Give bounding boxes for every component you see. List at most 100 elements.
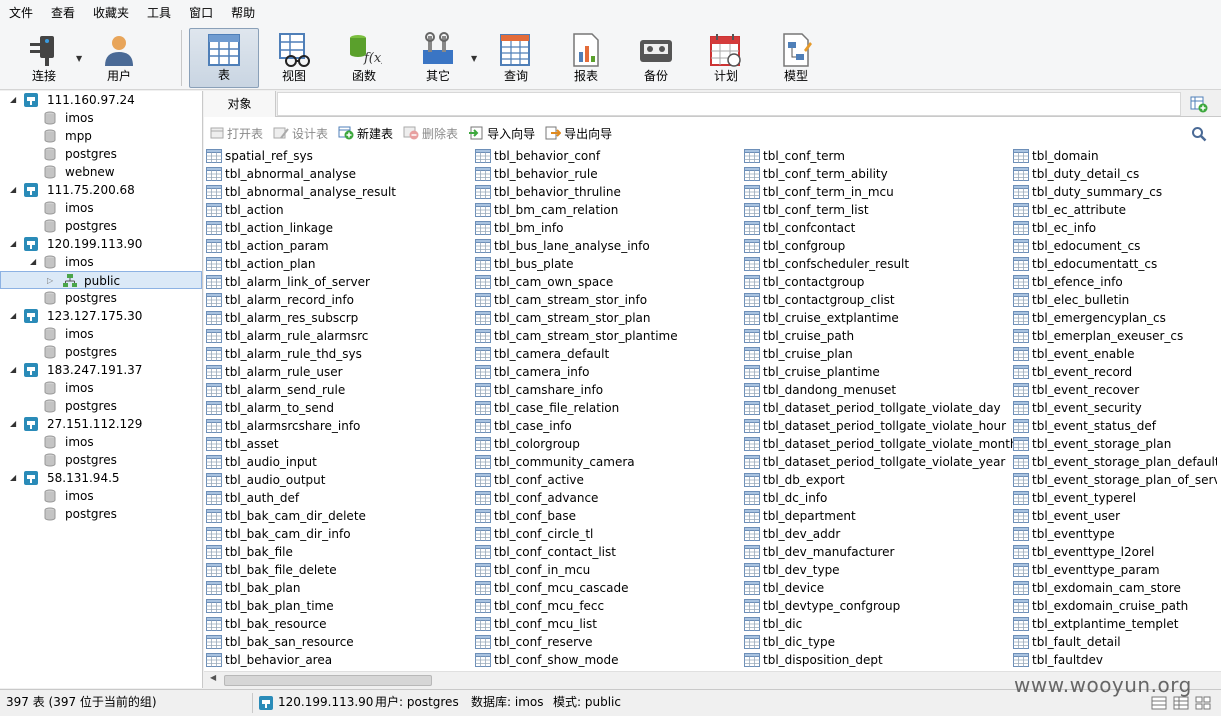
import-wizard-button[interactable]: 导入向导 bbox=[468, 123, 535, 143]
table-item[interactable]: tbl_colorgroup bbox=[475, 435, 678, 453]
table-item[interactable]: tbl_cruise_plantime bbox=[744, 363, 1018, 381]
table-item[interactable]: tbl_contactgroup_clist bbox=[744, 291, 1018, 309]
table-item[interactable]: tbl_dev_addr bbox=[744, 525, 1018, 543]
table-item[interactable]: tbl_alarm_rule_user bbox=[206, 363, 396, 381]
tree-node-db[interactable]: postgres bbox=[0, 145, 202, 163]
table-item[interactable]: tbl_dic_type bbox=[744, 633, 1018, 651]
table-item[interactable]: tbl_confscheduler_result bbox=[744, 255, 1018, 273]
tree-node-db[interactable]: postgres bbox=[0, 289, 202, 307]
tree-node-dbopen[interactable]: ◢ imos bbox=[0, 253, 202, 271]
tree-node-db[interactable]: postgres bbox=[0, 397, 202, 415]
table-item[interactable]: tbl_conf_in_mcu bbox=[475, 561, 678, 579]
table-item[interactable]: tbl_bak_san_resource bbox=[206, 633, 396, 651]
table-item[interactable]: tbl_bm_info bbox=[475, 219, 678, 237]
table-item[interactable]: tbl_alarm_send_rule bbox=[206, 381, 396, 399]
expand-arrow-icon[interactable]: ◢ bbox=[10, 415, 16, 433]
other-dropdown-icon[interactable]: ▼ bbox=[471, 54, 477, 63]
tree-node-server[interactable]: ◢ 183.247.191.37 bbox=[0, 361, 202, 379]
menu-item[interactable]: 窗口 bbox=[180, 0, 222, 26]
report-button[interactable]: 报表 bbox=[558, 28, 614, 88]
search-icon[interactable] bbox=[1191, 126, 1207, 142]
table-item[interactable]: tbl_alarm_link_of_server bbox=[206, 273, 396, 291]
table-item[interactable]: tbl_faultdev bbox=[1013, 651, 1217, 669]
view-button[interactable]: 视图 bbox=[266, 28, 322, 88]
table-item[interactable]: tbl_conf_base bbox=[475, 507, 678, 525]
table-item[interactable]: tbl_emerplan_exeuser_cs bbox=[1013, 327, 1217, 345]
table-item[interactable]: tbl_conf_term bbox=[744, 147, 1018, 165]
tree-node-server[interactable]: ◢ 58.131.94.5 bbox=[0, 469, 202, 487]
list-view-icon[interactable] bbox=[1151, 696, 1167, 710]
table-item[interactable]: tbl_ec_info bbox=[1013, 219, 1217, 237]
grid-view-icon[interactable] bbox=[1195, 696, 1211, 710]
expand-arrow-icon[interactable]: ◢ bbox=[10, 361, 16, 379]
model-button[interactable]: 模型 bbox=[768, 28, 824, 88]
table-item[interactable]: tbl_audio_output bbox=[206, 471, 396, 489]
table-item[interactable]: tbl_dataset_period_tollgate_violate_day bbox=[744, 399, 1018, 417]
table-item[interactable]: tbl_abnormal_analyse bbox=[206, 165, 396, 183]
table-item[interactable]: tbl_bus_plate bbox=[475, 255, 678, 273]
table-item[interactable]: tbl_bm_cam_relation bbox=[475, 201, 678, 219]
table-item[interactable]: tbl_confgroup bbox=[744, 237, 1018, 255]
table-item[interactable]: tbl_cam_stream_stor_plan bbox=[475, 309, 678, 327]
table-item[interactable]: tbl_cruise_path bbox=[744, 327, 1018, 345]
table-item[interactable]: tbl_bus_lane_analyse_info bbox=[475, 237, 678, 255]
table-item[interactable]: tbl_contactgroup bbox=[744, 273, 1018, 291]
table-item[interactable]: tbl_cam_stream_stor_info bbox=[475, 291, 678, 309]
table-item[interactable]: tbl_behavior_thruline bbox=[475, 183, 678, 201]
table-item[interactable]: tbl_efence_info bbox=[1013, 273, 1217, 291]
scrollbar-thumb[interactable] bbox=[224, 675, 432, 686]
query-button[interactable]: 查询 bbox=[488, 28, 544, 88]
table-item[interactable]: tbl_event_storage_plan bbox=[1013, 435, 1217, 453]
expand-arrow-icon[interactable]: ◢ bbox=[30, 253, 36, 271]
table-item[interactable]: tbl_bak_plan_time bbox=[206, 597, 396, 615]
open-table-button[interactable]: 打开表 bbox=[210, 123, 263, 143]
tree-node-schema[interactable]: ▷ public bbox=[0, 271, 202, 289]
connect-dropdown-icon[interactable]: ▼ bbox=[76, 54, 82, 63]
tree-node-db[interactable]: imos bbox=[0, 433, 202, 451]
table-item[interactable]: tbl_conf_mcu_list bbox=[475, 615, 678, 633]
tree-node-db[interactable]: webnew bbox=[0, 163, 202, 181]
table-item[interactable]: tbl_behavior_conf bbox=[475, 147, 678, 165]
tree-node-server[interactable]: ◢ 27.151.112.129 bbox=[0, 415, 202, 433]
table-item[interactable]: tbl_bak_cam_dir_info bbox=[206, 525, 396, 543]
design-table-button[interactable]: 设计表 bbox=[273, 123, 328, 143]
table-item[interactable]: tbl_cruise_extplantime bbox=[744, 309, 1018, 327]
connect-button[interactable]: 连接 bbox=[18, 28, 70, 88]
table-item[interactable]: tbl_conf_mcu_fecc bbox=[475, 597, 678, 615]
table-item[interactable]: tbl_fault_detail bbox=[1013, 633, 1217, 651]
table-item[interactable]: tbl_conf_show_mode bbox=[475, 651, 678, 669]
table-item[interactable]: tbl_event_enable bbox=[1013, 345, 1217, 363]
table-item[interactable]: tbl_elec_bulletin bbox=[1013, 291, 1217, 309]
table-item[interactable]: tbl_alarm_record_info bbox=[206, 291, 396, 309]
new-table-button[interactable]: 新建表 bbox=[338, 123, 393, 143]
table-item[interactable]: tbl_eventtype_l2orel bbox=[1013, 543, 1217, 561]
table-item[interactable]: tbl_action_plan bbox=[206, 255, 396, 273]
table-item[interactable]: tbl_conf_term_list bbox=[744, 201, 1018, 219]
tree-node-server[interactable]: ◢ 120.199.113.90 bbox=[0, 235, 202, 253]
table-item[interactable]: tbl_duty_detail_cs bbox=[1013, 165, 1217, 183]
table-item[interactable]: tbl_conf_term_in_mcu bbox=[744, 183, 1018, 201]
expand-arrow-icon[interactable]: ◢ bbox=[10, 469, 16, 487]
table-item[interactable]: tbl_dev_manufacturer bbox=[744, 543, 1018, 561]
table-item[interactable]: tbl_bak_file_delete bbox=[206, 561, 396, 579]
table-item[interactable]: tbl_action_linkage bbox=[206, 219, 396, 237]
delete-table-button[interactable]: 删除表 bbox=[403, 123, 458, 143]
table-item[interactable]: tbl_conf_term_ability bbox=[744, 165, 1018, 183]
table-item[interactable]: tbl_db_export bbox=[744, 471, 1018, 489]
menu-item[interactable]: 帮助 bbox=[222, 0, 264, 26]
table-item[interactable]: tbl_conf_active bbox=[475, 471, 678, 489]
tree-node-db[interactable]: imos bbox=[0, 199, 202, 217]
table-item[interactable]: tbl_dic bbox=[744, 615, 1018, 633]
schedule-button[interactable]: 计划 bbox=[698, 28, 754, 88]
table-item[interactable]: tbl_dev_type bbox=[744, 561, 1018, 579]
table-item[interactable]: tbl_exdomain_cam_store bbox=[1013, 579, 1217, 597]
table-item[interactable]: tbl_dc_info bbox=[744, 489, 1018, 507]
tree-node-db[interactable]: imos bbox=[0, 379, 202, 397]
table-item[interactable]: tbl_duty_summary_cs bbox=[1013, 183, 1217, 201]
tree-node-db[interactable]: postgres bbox=[0, 343, 202, 361]
menu-item[interactable]: 收藏夹 bbox=[84, 0, 138, 26]
tree-node-db[interactable]: imos bbox=[0, 325, 202, 343]
table-item[interactable]: tbl_device bbox=[744, 579, 1018, 597]
table-item[interactable]: tbl_event_storage_plan_default bbox=[1013, 453, 1217, 471]
table-item[interactable]: tbl_conf_advance bbox=[475, 489, 678, 507]
